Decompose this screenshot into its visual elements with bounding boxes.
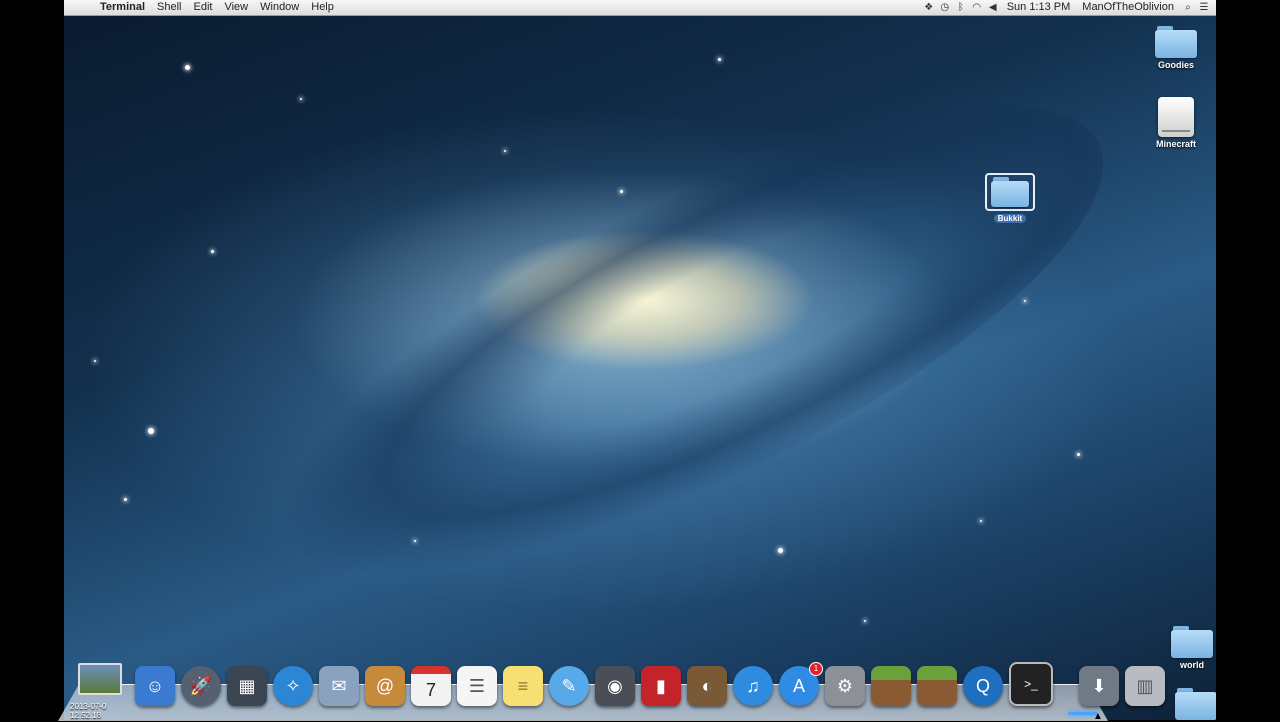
volume-icon[interactable]: ◀ [985, 0, 1001, 15]
star [185, 65, 190, 70]
trash-icon[interactable]: ▥ [1125, 666, 1165, 706]
mouse-cursor-icon: ▲ [1093, 711, 1103, 722]
desktop-icon-goodies[interactable]: Goodies [1146, 26, 1206, 70]
app-store-icon[interactable]: A 1 [779, 662, 823, 706]
spotlight-icon[interactable]: ⌕ [1180, 0, 1196, 15]
contacts-icon[interactable]: @ [365, 666, 405, 706]
launchpad-icon[interactable]: 🚀 [181, 666, 221, 706]
star [148, 428, 154, 434]
star [300, 98, 302, 100]
minecraft-icon[interactable] [871, 666, 911, 706]
screenshot-desktop-file[interactable] [78, 663, 122, 695]
star [211, 250, 214, 253]
folder-icon [1175, 688, 1216, 720]
menu-window[interactable]: Window [254, 0, 305, 15]
calendar-icon[interactable]: 7 [411, 666, 451, 706]
photo-booth-icon[interactable]: ▮ [641, 666, 681, 706]
app-menu[interactable]: Terminal [94, 0, 151, 15]
screenshot-filename-line2: 12.52.18 [70, 711, 102, 720]
iphoto-icon[interactable]: ◐ [687, 666, 727, 706]
desktop-icon-label: world [1180, 660, 1204, 670]
screenshot-filename-line1: 2013-07-0 [70, 702, 107, 711]
screenshot-thumbnail [78, 663, 122, 695]
selection-highlight [985, 173, 1035, 211]
folder-icon [1155, 26, 1197, 58]
menubar-clock[interactable]: Sun 1:13 PM [1001, 0, 1077, 15]
galaxy-dust-lane [228, 16, 1160, 664]
star [980, 520, 982, 522]
user-menu[interactable]: ManOfTheOblivion [1076, 0, 1180, 15]
drive-icon [1158, 97, 1194, 137]
star [414, 540, 416, 542]
star [504, 150, 506, 152]
menu-bar: Terminal Shell Edit View Window Help ❖ ◷… [64, 0, 1216, 16]
star [124, 498, 127, 501]
desktop-icon-bukkit[interactable]: Bukkit [980, 173, 1040, 223]
desktop-icon-folder-partial[interactable] [1166, 688, 1216, 720]
time-machine-icon[interactable]: ◷ [937, 0, 953, 15]
safari-icon[interactable]: ✧ [273, 666, 313, 706]
star [778, 548, 783, 553]
notification-center-icon[interactable]: ☰ [1196, 0, 1212, 15]
status-area: ❖ ◷ ᛒ ◠ ◀ Sun 1:13 PM ManOfTheOblivion ⌕… [921, 0, 1216, 15]
facetime-icon[interactable]: ◉ [595, 666, 635, 706]
notes-icon[interactable]: ≡ [503, 666, 543, 706]
reminders-icon[interactable]: ☰ [457, 666, 497, 706]
folder-icon [1171, 626, 1213, 658]
folder-icon [991, 177, 1029, 207]
wifi-icon[interactable]: ◠ [969, 0, 985, 15]
desktop-icon-label: Minecraft [1155, 139, 1196, 149]
downloads-stack-icon[interactable]: ⬇ [1079, 666, 1119, 706]
desktop-icon-label: Bukkit [980, 213, 1040, 223]
system-preferences-icon[interactable]: ⚙ [825, 666, 865, 706]
star [1077, 453, 1080, 456]
mission-control-icon[interactable]: ▦ [227, 666, 267, 706]
messages-icon[interactable]: ✎ [549, 666, 589, 706]
dropbox-icon[interactable]: ❖ [921, 0, 937, 15]
desktop-icon-label: Goodies [1157, 60, 1194, 70]
menu-edit[interactable]: Edit [188, 0, 219, 15]
selected-label: Bukkit [993, 214, 1027, 223]
star [864, 620, 866, 622]
star [620, 190, 623, 193]
screenshot-filename: 2013-07-0 12.52.18 [70, 702, 106, 720]
menu-view[interactable]: View [218, 0, 254, 15]
star [94, 360, 96, 362]
minecraft-server-icon[interactable] [917, 666, 957, 706]
star [718, 58, 721, 61]
bluetooth-icon[interactable]: ᛒ [953, 0, 969, 15]
desktop-icon-world[interactable]: world [1162, 626, 1216, 670]
terminal-icon[interactable]: >_ [1009, 662, 1053, 706]
star [1024, 300, 1026, 302]
quicktime-icon[interactable]: Q [963, 666, 1003, 706]
mail-icon[interactable]: ✉ [319, 666, 359, 706]
itunes-icon[interactable]: ♫ [733, 666, 773, 706]
menu-help[interactable]: Help [305, 0, 340, 15]
desktop-icon-minecraft[interactable]: Minecraft [1146, 97, 1206, 149]
finder-icon[interactable]: ☺ [135, 666, 175, 706]
dock: ☺ 🚀 ▦ ✧ ✉ @ 7 ☰ ≡ ✎ ◉ ▮ ◐ ♫ A 1 ⚙ Q >_ ⬇… [135, 662, 1165, 706]
desktop[interactable]: Terminal Shell Edit View Window Help ❖ ◷… [64, 0, 1216, 720]
menu-shell[interactable]: Shell [151, 0, 187, 15]
notification-badge: 1 [809, 662, 823, 676]
